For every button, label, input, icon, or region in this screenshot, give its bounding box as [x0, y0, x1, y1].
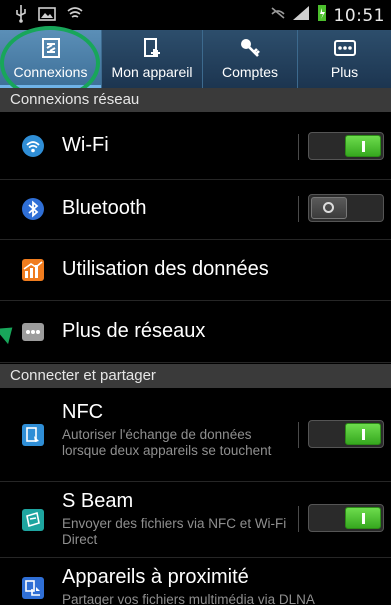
nearby-devices-label: Appareils à proximité — [62, 566, 249, 588]
settings-item-data-usage[interactable]: Utilisation des données — [0, 240, 391, 301]
nfc-description: Autoriser l'échange de données lorsque d… — [62, 427, 272, 458]
tab-plus[interactable]: Plus — [297, 30, 391, 88]
tab-label: Connexions — [13, 64, 88, 80]
data-usage-icon — [22, 259, 44, 281]
wifi-label: Wi-Fi — [62, 134, 109, 156]
divider — [298, 134, 299, 160]
tab-label: Mon appareil — [111, 64, 193, 80]
settings-tab-bar: Connexions Mon appareil Comptes Plus — [0, 30, 391, 88]
divider — [298, 422, 299, 448]
status-left-icons — [14, 5, 84, 28]
data-usage-label: Utilisation des données — [62, 258, 269, 280]
usb-icon — [14, 5, 28, 28]
bluetooth-toggle[interactable] — [308, 194, 384, 222]
divider — [298, 506, 299, 532]
settings-item-more-networks[interactable]: Plus de réseaux — [0, 301, 391, 363]
s-beam-icon — [22, 509, 44, 531]
toggle-knob — [345, 135, 381, 157]
device-icon — [140, 36, 164, 60]
nearby-devices-icon — [22, 577, 44, 599]
voicemail-icon — [66, 6, 84, 27]
battery-charging-icon — [316, 4, 328, 27]
more-networks-label: Plus de réseaux — [62, 320, 206, 342]
key-icon — [238, 36, 262, 60]
s-beam-label: S Beam — [62, 490, 134, 512]
tab-label: Comptes — [221, 64, 279, 80]
nfc-toggle[interactable] — [308, 420, 384, 448]
clock: 10:51 — [333, 5, 385, 26]
settings-screen: 10:51 Connexions Mon appareil Comptes Pl… — [0, 0, 391, 605]
settings-item-s-beam[interactable]: S Beam Envoyer des fichiers via NFC et W… — [0, 482, 391, 558]
settings-item-nearby-devices[interactable]: Appareils à proximité Partager vos fichi… — [0, 558, 391, 605]
divider — [298, 196, 299, 222]
section-header-network: Connexions réseau — [0, 88, 391, 112]
nfc-label: NFC — [62, 401, 104, 423]
status-right-icons: 10:51 — [270, 4, 386, 27]
wifi-icon — [22, 135, 44, 157]
image-icon — [38, 6, 56, 27]
nfc-icon — [22, 424, 44, 446]
more-icon — [333, 36, 357, 60]
nearby-devices-description: Partager vos fichiers multimédia via DLN… — [62, 592, 315, 605]
tab-label: Plus — [330, 64, 359, 80]
tab-connexions[interactable]: Connexions — [0, 30, 101, 88]
connections-icon — [39, 36, 63, 60]
signal-icon — [292, 5, 310, 26]
s-beam-description: Envoyer des fichiers via NFC et Wi-Fi Di… — [62, 516, 287, 547]
settings-item-bluetooth[interactable]: Bluetooth — [0, 180, 391, 240]
section-header-share: Connecter et partager — [0, 364, 391, 388]
status-bar: 10:51 — [0, 0, 391, 30]
tab-comptes[interactable]: Comptes — [202, 30, 297, 88]
settings-item-wifi[interactable]: Wi-Fi — [0, 112, 391, 180]
bluetooth-icon — [22, 198, 44, 220]
tab-mon-appareil[interactable]: Mon appareil — [101, 30, 202, 88]
s-beam-toggle[interactable] — [308, 504, 384, 532]
toggle-knob — [311, 197, 347, 219]
more-networks-icon — [22, 321, 44, 343]
toggle-knob — [345, 507, 381, 529]
toggle-knob — [345, 423, 381, 445]
settings-item-nfc[interactable]: NFC Autoriser l'échange de données lorsq… — [0, 388, 391, 482]
wifi-toggle[interactable] — [308, 132, 384, 160]
mute-icon — [270, 6, 286, 25]
bluetooth-label: Bluetooth — [62, 197, 147, 219]
